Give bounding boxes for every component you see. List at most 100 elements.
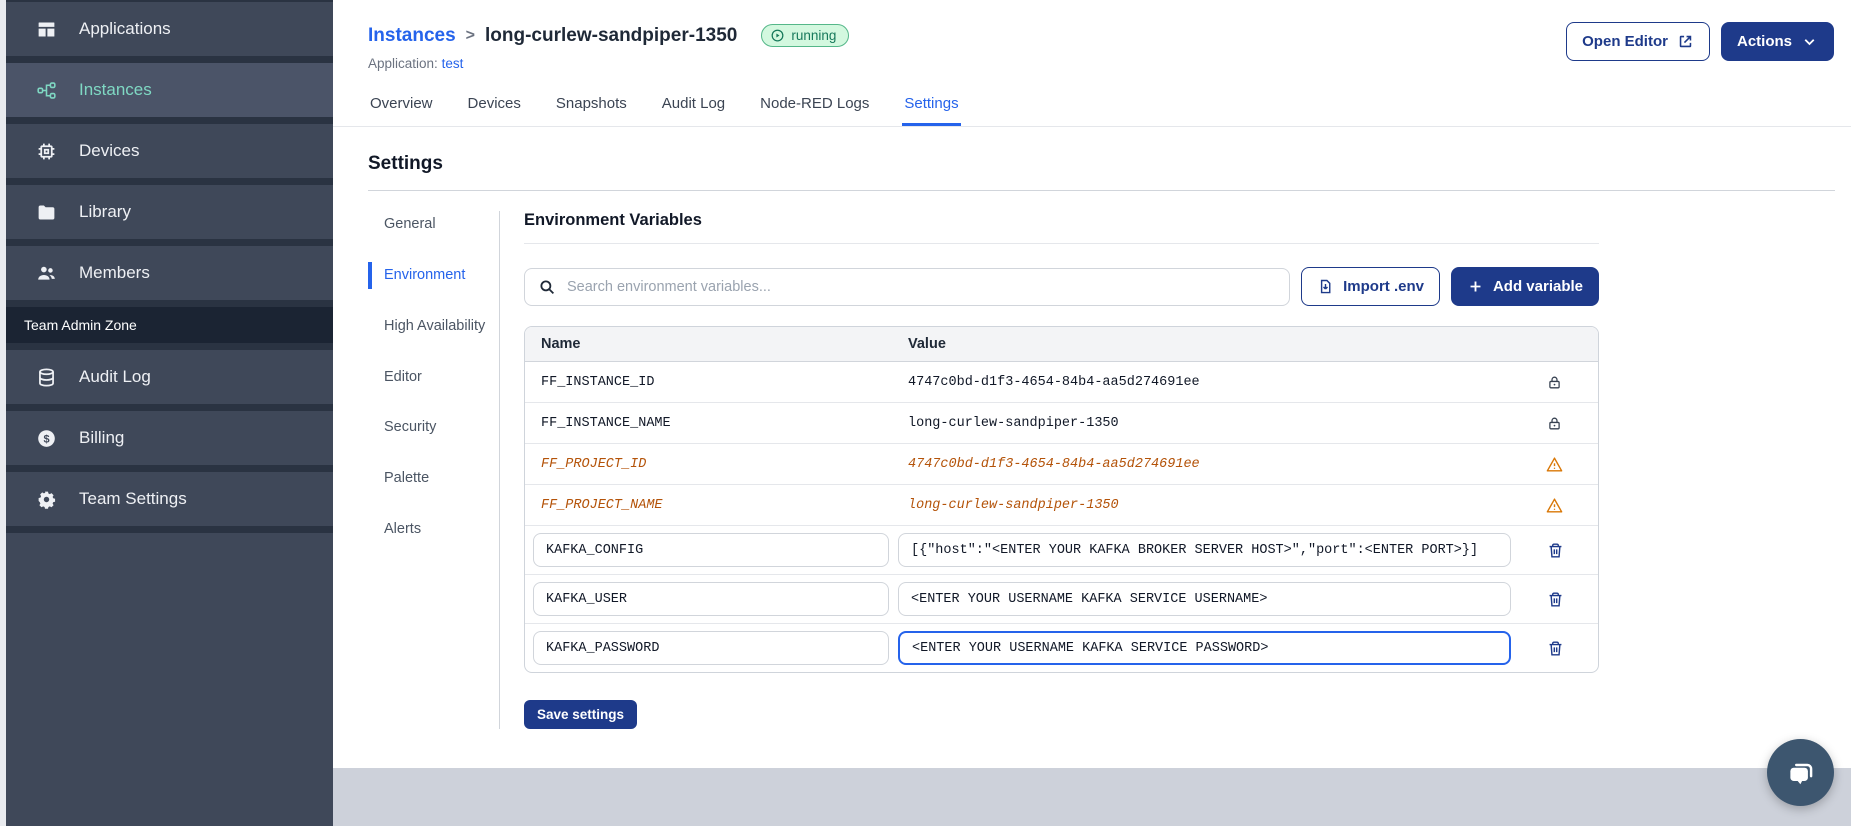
tab-overview[interactable]: Overview — [368, 87, 435, 126]
delete-variable-button[interactable] — [1546, 639, 1565, 658]
application-label: Application: — [368, 56, 438, 71]
sidebar-item-instances[interactable]: Instances — [6, 63, 333, 117]
instances-icon — [37, 81, 56, 99]
search-box — [524, 267, 1291, 306]
search-input[interactable] — [567, 278, 1277, 295]
env-toolbar: Import .env Add variable — [524, 267, 1599, 306]
subnav-environment[interactable]: Environment — [368, 261, 488, 289]
env-value-input-focused[interactable] — [898, 631, 1511, 665]
settings-title: Settings — [368, 153, 443, 174]
sidebar-item-label: Members — [79, 263, 150, 282]
chat-button[interactable] — [1767, 739, 1834, 806]
lock-icon — [1548, 376, 1560, 388]
header-buttons: Open Editor Actions — [1566, 22, 1834, 61]
sidebar-item-label: Billing — [79, 428, 125, 447]
column-header-value: Value — [908, 336, 946, 352]
sidebar-item-label: Library — [79, 202, 131, 221]
env-name-input[interactable] — [533, 582, 889, 616]
svg-text:$: $ — [43, 433, 49, 445]
subnav-high-availability[interactable]: High Availability — [368, 313, 488, 340]
devices-icon — [38, 143, 55, 159]
lock-icon — [1548, 417, 1560, 429]
env-name: FF_PROJECT_NAME — [541, 497, 663, 513]
audit-log-icon — [39, 367, 54, 387]
instance-tabs: Overview Devices Snapshots Audit Log Nod… — [333, 87, 1851, 127]
env-variables-table: Name Value FF_INSTANCE_ID 4747c0bd-d1f3-… — [524, 326, 1599, 673]
import-file-icon — [1321, 279, 1331, 294]
table-row: FF_INSTANCE_NAME long-curlew-sandpiper-1… — [525, 403, 1598, 444]
sidebar-filler — [6, 533, 333, 826]
applications-icon — [38, 22, 55, 36]
billing-icon: $ — [38, 429, 55, 447]
open-editor-button[interactable]: Open Editor — [1566, 22, 1710, 61]
tab-node-red-logs[interactable]: Node-RED Logs — [758, 87, 871, 126]
delete-variable-button[interactable] — [1546, 590, 1565, 609]
chat-bubbles-icon — [1789, 763, 1812, 784]
env-name: FF_INSTANCE_ID — [541, 374, 655, 390]
instance-name: long-curlew-sandpiper-1350 — [485, 24, 738, 46]
env-name: FF_PROJECT_ID — [541, 456, 647, 472]
external-link-icon — [1679, 35, 1692, 48]
import-env-button[interactable]: Import .env — [1301, 267, 1440, 306]
sidebar-item-devices[interactable]: Devices — [6, 124, 333, 178]
env-name-input[interactable] — [533, 631, 889, 665]
trash-icon — [1549, 542, 1561, 558]
search-icon — [540, 279, 555, 294]
env-name-input[interactable] — [533, 533, 889, 567]
sidebar-section-team-admin-zone: Team Admin Zone — [6, 307, 333, 343]
settings-divider — [368, 190, 1835, 191]
subnav-editor[interactable]: Editor — [368, 364, 488, 391]
save-settings-button[interactable]: Save settings — [524, 700, 638, 729]
chevron-down-icon — [1804, 39, 1815, 46]
table-row — [525, 575, 1598, 624]
sidebar-item-library[interactable]: Library — [6, 185, 333, 239]
sidebar-item-label: Audit Log — [79, 367, 151, 386]
status-text: running — [791, 28, 837, 43]
delete-variable-button[interactable] — [1546, 541, 1565, 560]
page-header: Instances > long-curlew-sandpiper-1350 r… — [333, 0, 1851, 71]
settings-subnav: General Environment High Availability Ed… — [368, 211, 499, 729]
section-title: Environment Variables — [524, 211, 702, 229]
table-row: FF_INSTANCE_ID 4747c0bd-d1f3-4654-84b4-a… — [525, 362, 1598, 403]
settings-section: Settings General Environment High Availa… — [333, 127, 1851, 729]
subnav-security[interactable]: Security — [368, 414, 488, 441]
status-badge: running — [761, 24, 850, 47]
main-content: Instances > long-curlew-sandpiper-1350 r… — [333, 0, 1851, 768]
section-divider — [524, 243, 1599, 244]
subnav-alerts[interactable]: Alerts — [368, 516, 488, 543]
sidebar-item-label: Applications — [79, 19, 171, 38]
footer-strip — [333, 768, 1851, 826]
env-value: long-curlew-sandpiper-1350 — [908, 497, 1119, 513]
warning-icon — [1546, 456, 1562, 472]
sidebar-item-team-settings[interactable]: Team Settings — [6, 472, 333, 526]
subnav-divider — [499, 211, 500, 729]
tab-audit-log[interactable]: Audit Log — [660, 87, 727, 126]
subnav-palette[interactable]: Palette — [368, 465, 488, 492]
play-circle-icon — [771, 29, 784, 42]
sidebar-item-applications[interactable]: Applications — [6, 2, 333, 56]
sidebar-item-label: Team Settings — [79, 489, 187, 508]
sidebar-item-label: Devices — [79, 141, 140, 160]
breadcrumb-instances-link[interactable]: Instances — [368, 25, 456, 47]
sidebar-item-members[interactable]: Members — [6, 246, 333, 300]
tab-devices[interactable]: Devices — [466, 87, 523, 126]
tab-snapshots[interactable]: Snapshots — [554, 87, 629, 126]
plus-icon — [1470, 281, 1481, 292]
table-row: FF_PROJECT_NAME long-curlew-sandpiper-13… — [525, 485, 1598, 526]
breadcrumb-separator: > — [465, 26, 475, 44]
application-link[interactable]: test — [442, 56, 464, 71]
table-row: FF_PROJECT_ID 4747c0bd-d1f3-4654-84b4-aa… — [525, 444, 1598, 485]
table-row — [525, 526, 1598, 575]
env-value-input[interactable] — [898, 533, 1511, 567]
sidebar-item-billing[interactable]: $ Billing — [6, 411, 333, 465]
env-value-input[interactable] — [898, 582, 1511, 616]
sidebar-item-audit-log[interactable]: Audit Log — [6, 350, 333, 404]
trash-icon — [1549, 640, 1561, 656]
subnav-general[interactable]: General — [368, 211, 488, 238]
members-icon — [38, 266, 55, 280]
add-variable-button[interactable]: Add variable — [1450, 267, 1599, 306]
actions-button[interactable]: Actions — [1720, 22, 1834, 61]
trash-icon — [1549, 591, 1561, 607]
team-settings-icon — [38, 491, 56, 509]
tab-settings[interactable]: Settings — [902, 87, 961, 126]
